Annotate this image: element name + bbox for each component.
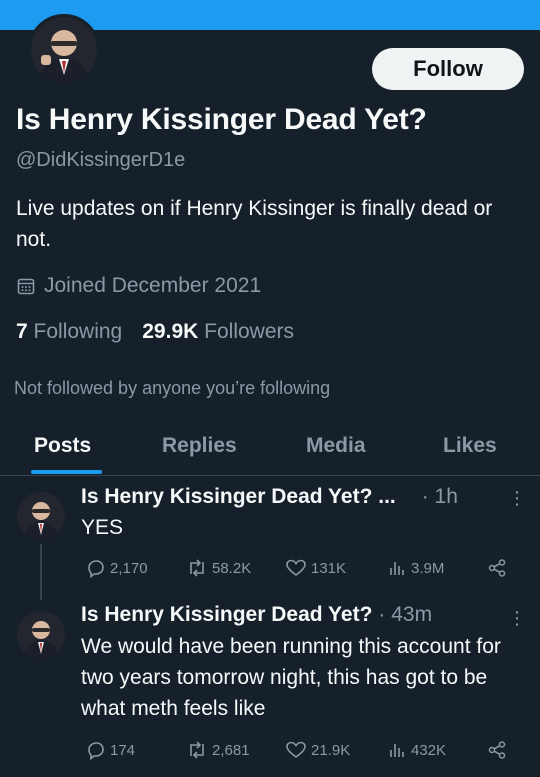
joined-date: Joined December 2021 (16, 274, 261, 298)
profile-name: Is Henry Kissinger Dead Yet? (16, 103, 427, 136)
repost-icon (190, 559, 204, 577)
active-tab-indicator (31, 470, 102, 474)
profile-handle: @DidKissingerD1e (16, 149, 186, 171)
following-link[interactable]: 7 Following (16, 320, 122, 344)
tab-replies[interactable]: Replies (162, 434, 237, 458)
following-label: Following (33, 320, 123, 343)
reply-count: 174 (110, 741, 136, 759)
tweet-text: YES (81, 516, 124, 539)
tab-likes[interactable]: Likes (443, 434, 497, 458)
profile-bio: Live updates on if Henry Kissinger is fi… (16, 197, 493, 251)
reply-icon (88, 742, 104, 760)
not-followed-note: Not followed by anyone you’re following (14, 378, 331, 398)
following-count: 7 (16, 320, 28, 343)
tweet-author-name[interactable]: Is Henry Kissinger Dead Yet? ... (81, 485, 396, 509)
repost-button[interactable]: 58.2K (186, 558, 251, 578)
joined-text: Joined December 2021 (44, 274, 262, 297)
like-button[interactable]: 21.9K (285, 740, 350, 760)
calendar-icon (17, 278, 35, 295)
profile-avatar[interactable] (28, 14, 100, 86)
repost-button[interactable]: 2,681 (186, 740, 250, 760)
tweet-header: Is Henry Kissinger Dead Yet? ... · 1h (81, 485, 458, 509)
views-button[interactable]: 3.9M (387, 558, 444, 578)
views-count: 3.9M (411, 559, 445, 577)
more-icon[interactable]: ⋮ (508, 608, 526, 629)
like-button[interactable]: 131K (285, 558, 346, 578)
followers-label: Followers (204, 320, 294, 343)
views-icon (390, 562, 404, 575)
profile-stats: 7 Following 29.9K Followers (16, 320, 314, 344)
tweet-header: Is Henry Kissinger Dead Yet? · 43m (81, 603, 432, 627)
share-icon (488, 559, 506, 577)
followers-link[interactable]: 29.9K Followers (142, 320, 294, 344)
views-count: 432K (411, 741, 447, 759)
repost-icon (190, 741, 204, 759)
reply-count: 2,170 (110, 559, 148, 577)
tweet-time[interactable]: · 43m (378, 603, 432, 627)
like-count: 21.9K (311, 741, 351, 759)
repost-count: 2,681 (212, 741, 250, 759)
tweet-time[interactable]: · 1h (422, 485, 458, 509)
tweet-avatar[interactable] (17, 611, 65, 659)
thread-connector (40, 544, 42, 600)
more-icon[interactable]: ⋮ (508, 488, 526, 509)
heart-icon (286, 559, 306, 576)
reply-button[interactable]: 174 (86, 740, 135, 760)
share-icon (488, 741, 506, 759)
tab-posts[interactable]: Posts (34, 434, 91, 458)
views-button[interactable]: 432K (387, 740, 446, 760)
repost-count: 58.2K (212, 559, 252, 577)
tweet-text: We would have been running this account … (81, 635, 501, 720)
tweet-avatar[interactable] (17, 492, 65, 540)
reply-button[interactable]: 2,170 (86, 558, 148, 578)
share-button[interactable] (487, 740, 511, 760)
follow-button[interactable]: Follow (372, 48, 524, 90)
profile-tabs: Posts Replies Media Likes (0, 424, 540, 476)
share-button[interactable] (487, 558, 511, 578)
views-icon (390, 744, 404, 757)
heart-icon (286, 741, 306, 758)
reply-icon (88, 560, 104, 578)
like-count: 131K (311, 559, 347, 577)
followers-count: 29.9K (142, 320, 199, 343)
tweet-author-name[interactable]: Is Henry Kissinger Dead Yet? (81, 603, 372, 627)
tab-media[interactable]: Media (306, 434, 366, 458)
